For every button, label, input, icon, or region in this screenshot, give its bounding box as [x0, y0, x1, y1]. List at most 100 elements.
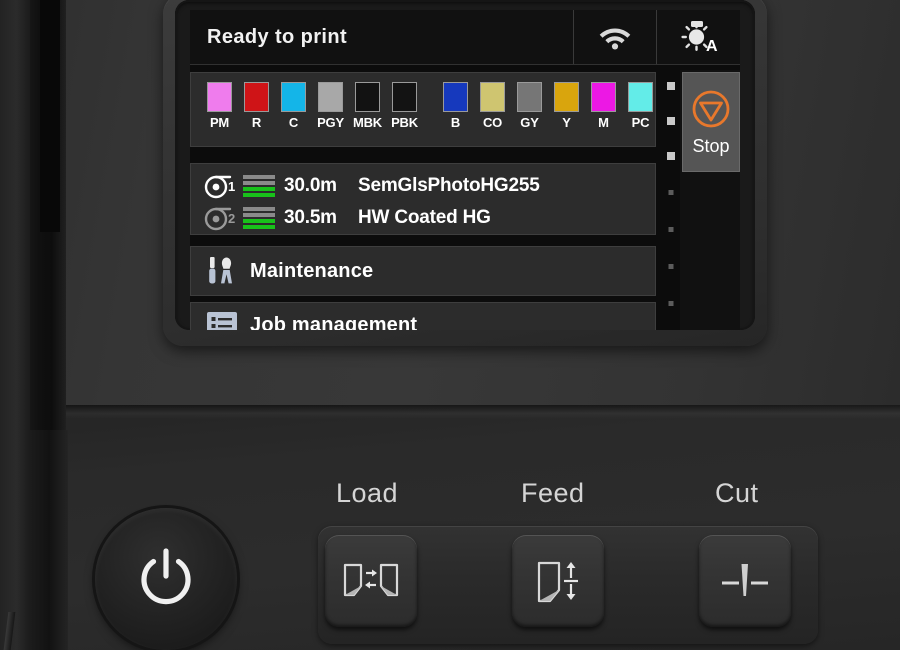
cut-button-label: Cut [715, 478, 759, 508]
ink-label: PM [209, 115, 230, 130]
level-bar [243, 187, 275, 191]
brightness-auto-button[interactable]: A [657, 10, 740, 64]
feed-button-label: Feed [521, 478, 585, 508]
svg-text:2: 2 [228, 211, 235, 226]
svg-text:A: A [706, 38, 718, 54]
ink-label: GY [520, 115, 539, 130]
ink-group-left: PM R C PGY MBK PBK [191, 73, 423, 146]
scroll-dot [668, 190, 674, 195]
ink-label: M [598, 115, 609, 130]
menu-item-maintenance[interactable]: Maintenance [190, 246, 656, 296]
ink-group-right: B CO GY Y M PC [437, 73, 659, 146]
level-bar [243, 193, 275, 197]
ink-swatch [244, 82, 269, 112]
ink-swatch [443, 82, 468, 112]
scroll-dot [668, 227, 674, 232]
paper-roll-section[interactable]: 1 30.0m SemGlsPhotoHG255 2 30.5m HW Coat… [190, 163, 656, 235]
ink-label: R [251, 115, 262, 130]
lamp-auto-icon: A [677, 20, 721, 54]
stop-label: Stop [692, 135, 730, 156]
ink-label: PC [631, 115, 650, 130]
ink-label: PBK [391, 115, 418, 130]
ink-swatch [207, 82, 232, 112]
roll-2-level-bars [243, 207, 275, 229]
roll-1-length: 30.0m [284, 175, 337, 196]
ink-cartridge[interactable]: Y [548, 82, 585, 130]
ink-label: C [288, 115, 299, 130]
roll-2-icon: 2 [203, 205, 239, 231]
ink-label: CO [482, 115, 503, 130]
ink-cartridge[interactable]: PBK [386, 82, 423, 130]
roll-1-level-bars [243, 175, 275, 197]
stop-triangle-icon [690, 88, 732, 130]
ink-cartridge[interactable]: PGY [312, 82, 349, 130]
level-bar [243, 175, 275, 179]
status-message: Ready to print [190, 10, 574, 64]
ink-cartridge[interactable]: MBK [349, 82, 386, 130]
ink-cartridge[interactable]: C [275, 82, 312, 130]
panel-inner-frame: Ready to print A PM R C PGY MBK PBK B CO… [175, 0, 755, 330]
tools-icon [205, 255, 239, 287]
wifi-icon [598, 24, 632, 50]
printer-left-gap-shadow [40, 0, 60, 232]
svg-text:1: 1 [228, 179, 235, 194]
roll-1-media: SemGlsPhotoHG255 [358, 175, 540, 196]
ink-swatch [318, 82, 343, 112]
level-bar [243, 225, 275, 229]
panel-bezel: Ready to print A PM R C PGY MBK PBK B CO… [163, 0, 767, 346]
roll-2-media: HW Coated HG [358, 207, 491, 228]
scroll-dot-active [667, 82, 675, 90]
level-bar [243, 207, 275, 211]
cut-button[interactable] [699, 535, 791, 627]
feed-button[interactable] [512, 535, 604, 627]
cutter-blade-icon [716, 558, 774, 604]
wifi-status-button[interactable] [574, 10, 657, 64]
ink-cartridge[interactable]: PC [622, 82, 659, 130]
ink-swatch [392, 82, 417, 112]
ink-swatch [554, 82, 579, 112]
load-paper-icon [342, 559, 400, 603]
stop-button[interactable]: Stop [682, 72, 740, 172]
level-bar [243, 219, 275, 223]
ink-cartridge[interactable]: B [437, 82, 474, 130]
scroll-dot-active [667, 152, 675, 160]
printer-left-edge [0, 0, 30, 650]
level-bar [243, 181, 275, 185]
ink-label: PGY [317, 115, 344, 130]
roll-2-length: 30.5m [284, 207, 337, 228]
scroll-dot [668, 301, 674, 306]
printer-control-panel-assembly: Ready to print A PM R C PGY MBK PBK B CO… [0, 0, 900, 650]
ink-swatch [591, 82, 616, 112]
paper-roll-row[interactable]: 1 30.0m SemGlsPhotoHG255 [203, 170, 655, 202]
load-button[interactable] [325, 535, 417, 627]
list-icon [205, 309, 239, 330]
menu-label: Job management [250, 313, 418, 331]
ink-cartridge[interactable]: PM [201, 82, 238, 130]
status-bar: Ready to print A [190, 10, 740, 65]
ink-cartridge[interactable]: CO [474, 82, 511, 130]
ink-label: Y [562, 115, 571, 130]
scroll-dot [668, 264, 674, 269]
menu-item-job-management[interactable]: Job management [190, 302, 656, 330]
load-button-label: Load [336, 478, 399, 508]
ink-swatch [355, 82, 380, 112]
ink-label: MBK [352, 115, 382, 130]
lcd-screen: Ready to print A PM R C PGY MBK PBK B CO… [190, 10, 740, 330]
printer-body-seam [0, 405, 900, 419]
level-bar [243, 213, 275, 217]
ink-cartridge[interactable]: M [585, 82, 622, 130]
ink-status-section[interactable]: PM R C PGY MBK PBK B CO GY Y M PC [190, 72, 656, 147]
ink-cartridge[interactable]: GY [511, 82, 548, 130]
printer-left-gap-lower [30, 430, 68, 650]
paper-roll-row[interactable]: 2 30.5m HW Coated HG [203, 202, 655, 234]
ink-swatch [480, 82, 505, 112]
ink-swatch [281, 82, 306, 112]
ink-cartridge[interactable]: R [238, 82, 275, 130]
ink-swatch [517, 82, 542, 112]
ink-swatch [628, 82, 653, 112]
menu-label: Maintenance [250, 259, 374, 282]
power-button[interactable] [95, 508, 237, 650]
scroll-position-indicator[interactable] [662, 78, 680, 330]
roll-1-icon: 1 [203, 173, 239, 199]
ink-label: B [450, 115, 461, 130]
